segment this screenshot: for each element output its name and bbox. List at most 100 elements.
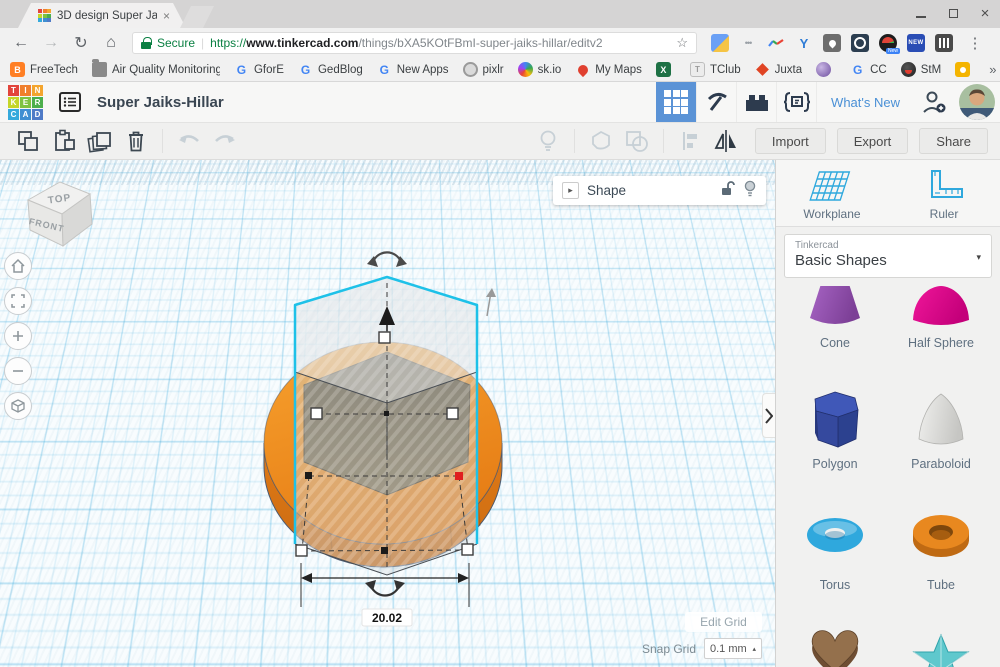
close-icon[interactable]: × <box>976 6 994 20</box>
bookmark-item[interactable]: X <box>656 62 676 77</box>
extension-icon-new[interactable]: NEW <box>907 34 925 52</box>
header-actions: What's New <box>656 82 1000 122</box>
view-cube[interactable]: TOP FRONT <box>16 172 100 261</box>
redo-icon <box>212 131 238 151</box>
invite-button[interactable] <box>914 82 954 122</box>
panel-collapse-handle[interactable] <box>762 393 775 438</box>
shape-paraboloid[interactable]: Paraboloid <box>892 377 990 472</box>
bookmark-item[interactable]: sk.io <box>518 62 562 77</box>
rotate-handle-top[interactable] <box>367 252 407 267</box>
edit-grid-button[interactable]: Edit Grid <box>685 612 762 632</box>
light-toggle-button[interactable] <box>530 126 566 156</box>
bricks-button[interactable] <box>736 82 776 122</box>
bookmark-item[interactable]: GCC <box>850 62 887 77</box>
bookmark-item[interactable]: StM <box>901 62 941 77</box>
rotate-handle-bottom[interactable] <box>365 580 405 596</box>
bookmark-folder[interactable]: Air Quality Monitoring <box>92 62 220 77</box>
fit-view-button[interactable] <box>4 287 32 315</box>
workplane-tool[interactable]: Workplane <box>776 160 888 226</box>
minecraft-pickaxe-button[interactable] <box>696 82 736 122</box>
extension-icon-dots[interactable] <box>739 34 757 52</box>
bookmark-item[interactable]: GGforE <box>234 62 284 77</box>
zoom-out-button[interactable] <box>4 357 32 385</box>
bookmark-item[interactable]: BFreeTech <box>10 62 78 77</box>
bookmark-item[interactable]: GGedBlog <box>298 62 363 77</box>
extension-icon-rainbow[interactable] <box>767 34 785 52</box>
minimize-icon[interactable] <box>912 6 930 20</box>
new-tab-button[interactable] <box>180 6 214 28</box>
minus-icon <box>10 363 26 379</box>
snap-grid-control: Snap Grid 0.1 mm ▴ <box>642 638 762 659</box>
shape-torus[interactable]: Torus <box>786 498 884 593</box>
address-bar[interactable]: Secure | https://www.tinkercad.com/thing… <box>132 32 697 54</box>
delete-button[interactable] <box>118 126 154 156</box>
codeblocks-button[interactable] <box>776 82 816 122</box>
extension-icon-pin[interactable] <box>823 34 841 52</box>
tab-strip: 3D design Super Jaiks-H × × <box>0 0 1000 28</box>
tube-icon <box>910 510 972 560</box>
bookmark-item[interactable] <box>955 62 975 77</box>
forward-icon[interactable]: → <box>38 30 64 56</box>
paste-button[interactable] <box>46 126 82 156</box>
design-title[interactable]: Super Jaiks-Hillar <box>97 94 656 111</box>
bookmarks-overflow-icon[interactable]: » <box>989 62 996 77</box>
paraboloid-icon <box>911 391 971 451</box>
bookmark-item[interactable]: My Maps <box>575 62 642 77</box>
tinkercad-favicon <box>38 9 51 22</box>
extension-icon-gauge[interactable] <box>879 34 897 52</box>
hole-shape-button[interactable] <box>583 126 619 156</box>
duplicate-button[interactable] <box>82 126 118 156</box>
extension-icon-camera[interactable] <box>851 34 869 52</box>
home-icon[interactable]: ⌂ <box>98 30 124 56</box>
export-button[interactable]: Export <box>837 128 909 154</box>
ruler-tool[interactable]: Ruler <box>888 160 1000 226</box>
visibility-bulb-icon[interactable] <box>743 180 757 202</box>
bookmark-item[interactable]: Juxta <box>755 62 803 77</box>
bookmark-item[interactable]: pixlr <box>463 62 504 77</box>
redo-button[interactable] <box>207 126 243 156</box>
bookmark-star-icon[interactable]: ☆ <box>676 35 688 51</box>
inspector-expander[interactable]: ▸ <box>562 182 579 199</box>
refresh-icon[interactable]: ↻ <box>68 30 94 56</box>
google-icon: G <box>850 62 865 77</box>
shape-cone[interactable]: Cone <box>786 286 884 351</box>
folder-icon <box>92 62 107 77</box>
shape-half-sphere[interactable]: Half Sphere <box>892 286 990 351</box>
undo-button[interactable] <box>171 126 207 156</box>
shape-heart[interactable] <box>786 619 884 667</box>
extension-icon-y[interactable]: Y <box>795 34 813 52</box>
bookmark-item[interactable]: GNew Apps <box>377 62 449 77</box>
extension-icon-stack[interactable] <box>711 34 729 52</box>
restore-icon[interactable] <box>944 6 962 20</box>
back-icon[interactable]: ← <box>8 30 34 56</box>
extension-icon-film[interactable] <box>935 34 953 52</box>
tinkercad-logo[interactable]: TIN KER CAD <box>8 85 43 120</box>
home-view-button[interactable] <box>4 252 32 280</box>
shape-polygon[interactable]: Polygon <box>786 377 884 472</box>
bookmark-item[interactable] <box>816 62 836 77</box>
shape-tube[interactable]: Tube <box>892 498 990 593</box>
perspective-toggle-button[interactable] <box>4 392 32 420</box>
align-button[interactable] <box>672 126 708 156</box>
user-avatar[interactable] <box>954 82 1000 122</box>
whats-new-link[interactable]: What's New <box>816 82 914 122</box>
dashboard-grid-button[interactable] <box>656 82 696 122</box>
import-button[interactable]: Import <box>755 128 826 154</box>
lock-toggle-icon[interactable] <box>719 180 735 201</box>
shape-star[interactable] <box>892 619 990 667</box>
tab-close-icon[interactable]: × <box>163 9 170 23</box>
share-button[interactable]: Share <box>919 128 988 154</box>
design-properties-icon[interactable] <box>55 88 85 116</box>
browser-tab[interactable]: 3D design Super Jaiks-H × <box>18 3 186 28</box>
zoom-in-button[interactable] <box>4 322 32 350</box>
group-shapes-button[interactable] <box>619 126 655 156</box>
snap-grid-select[interactable]: 0.1 mm ▴ <box>704 638 762 659</box>
shape-library-dropdown[interactable]: Tinkercad Basic Shapes ▾ <box>784 234 992 278</box>
browser-menu-icon[interactable]: ⋮ <box>965 34 985 52</box>
design-canvas[interactable]: 20.02 <box>0 160 775 667</box>
mirror-button[interactable] <box>708 126 744 156</box>
scene-3d[interactable]: 20.02 <box>0 160 775 667</box>
copy-button[interactable] <box>10 126 46 156</box>
bookmark-item[interactable]: TTClub <box>690 62 741 77</box>
google-icon: G <box>234 62 249 77</box>
